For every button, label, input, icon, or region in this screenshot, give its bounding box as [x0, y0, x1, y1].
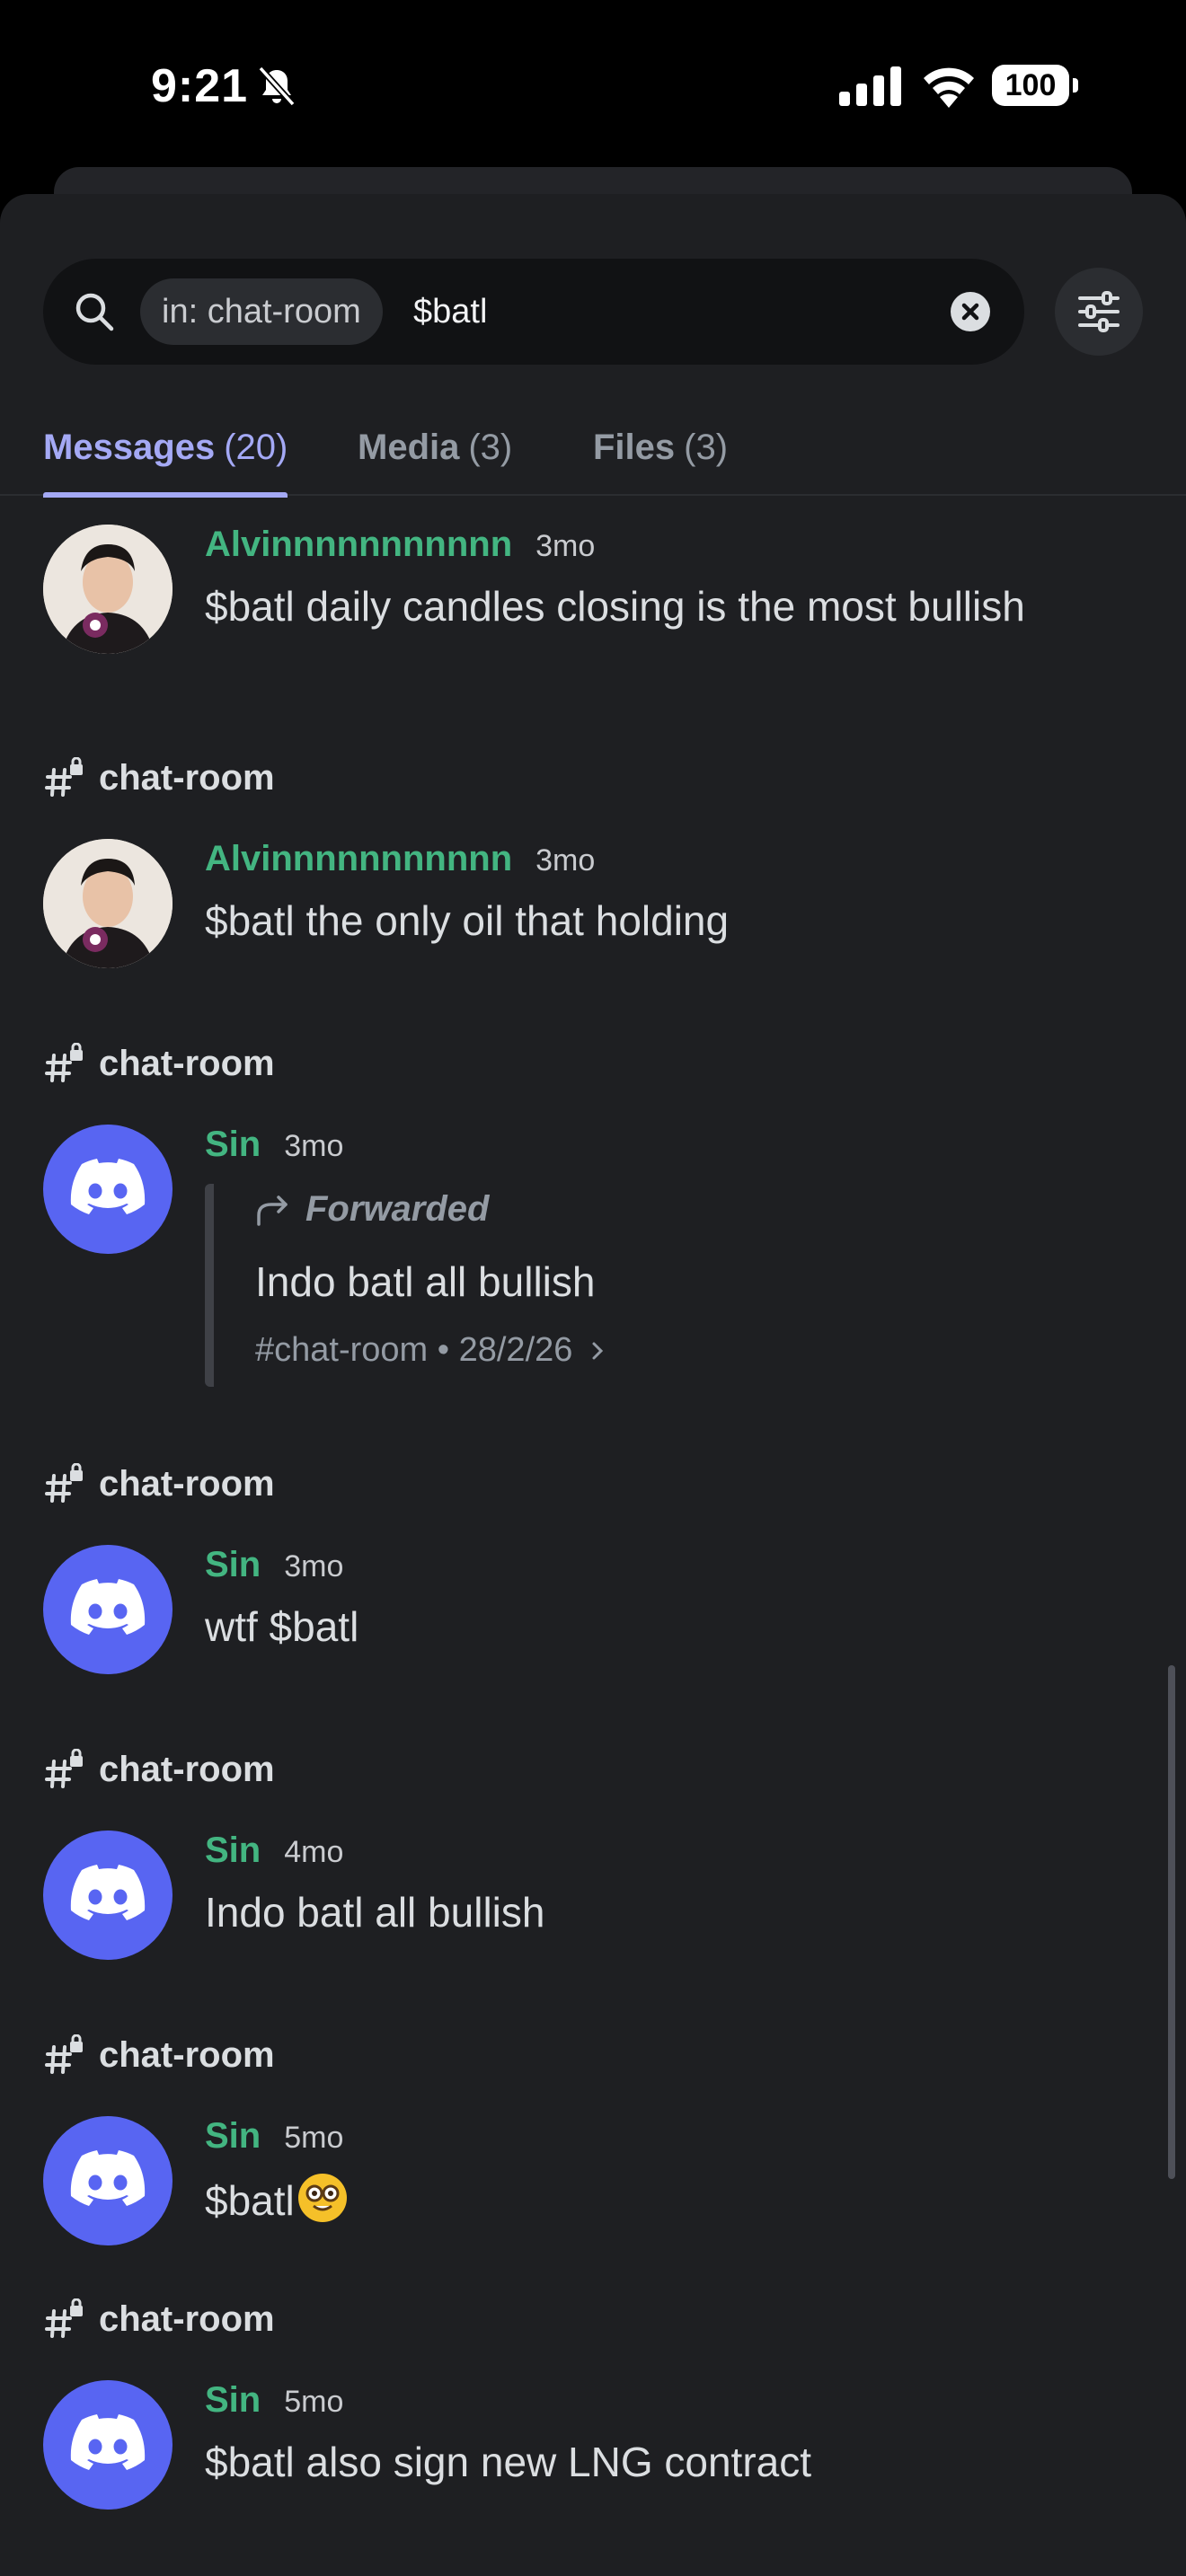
- tab-label: Files: [593, 428, 676, 467]
- discord-logo-icon: [70, 1865, 146, 1920]
- user-photo-icon: [43, 839, 173, 968]
- nerd-face-emoji-icon: [297, 2174, 347, 2222]
- channel-name: chat-room: [99, 1463, 275, 1504]
- tab-label: Media: [358, 428, 460, 467]
- channel-filter-chip[interactable]: in: chat-room: [140, 278, 383, 345]
- message-text: wtf $batl: [205, 1603, 359, 1650]
- channel-header[interactable]: chat-room: [45, 2028, 275, 2082]
- forwarded-source-link[interactable]: #chat-room • 28/2/26: [255, 1331, 606, 1370]
- author-name[interactable]: Alvinnnnnnnnnnn: [205, 525, 512, 565]
- channel-name: chat-room: [99, 2034, 275, 2075]
- status-bar: 9:21 100: [0, 0, 1186, 171]
- message-text: $batl daily candles closing is the most …: [205, 583, 1025, 630]
- locked-channel-hash-icon: [45, 1463, 83, 1503]
- tab-count: (3): [468, 428, 513, 467]
- message-timestamp: 3mo: [535, 529, 596, 563]
- author-name[interactable]: Sin: [205, 1125, 261, 1165]
- tab-count: (3): [684, 428, 729, 467]
- message-timestamp: 5mo: [284, 2121, 344, 2155]
- author-name[interactable]: Sin: [205, 1545, 261, 1585]
- user-photo-icon: [43, 525, 173, 654]
- author-name[interactable]: Sin: [205, 1831, 261, 1871]
- channel-name: chat-room: [99, 757, 275, 798]
- message-timestamp: 3mo: [284, 1549, 344, 1584]
- tab-messages[interactable]: Messages (20): [43, 402, 288, 498]
- forward-arrow-icon: [257, 1195, 288, 1226]
- clear-search-button[interactable]: [951, 292, 990, 331]
- channel-name: chat-room: [99, 2298, 275, 2339]
- author-name[interactable]: Alvinnnnnnnnnnn: [205, 839, 512, 879]
- forwarded-message[interactable]: Forwarded Indo batl all bullish #chat-ro…: [205, 1184, 744, 1387]
- search-input[interactable]: in: chat-room $batl: [43, 259, 1024, 365]
- channel-name: chat-room: [99, 1749, 275, 1789]
- avatar[interactable]: [43, 525, 173, 654]
- channel-header[interactable]: chat-room: [45, 1037, 275, 1090]
- channel-header[interactable]: chat-room: [45, 1457, 275, 1511]
- forwarded-text: Indo batl all bullish: [255, 1258, 596, 1305]
- locked-channel-hash-icon: [45, 2034, 83, 2074]
- sliders-icon: [1078, 291, 1120, 332]
- bell-muted-icon: [258, 66, 296, 107]
- battery-indicator: 100: [992, 65, 1078, 106]
- message-timestamp: 4mo: [284, 1835, 344, 1869]
- message-text: $batl the only oil that holding: [205, 897, 730, 944]
- avatar[interactable]: [43, 2116, 173, 2245]
- result-tabs: Messages (20) Media (3) Files (3): [0, 402, 1186, 498]
- locked-channel-hash-icon: [45, 757, 83, 797]
- forwarded-label: Forwarded: [255, 1189, 489, 1230]
- status-time: 9:21: [151, 60, 249, 112]
- locked-channel-hash-icon: [45, 1043, 83, 1082]
- search-query[interactable]: $batl: [413, 259, 487, 365]
- message-text: $batl: [205, 2174, 347, 2225]
- tab-count: (20): [224, 428, 288, 467]
- avatar[interactable]: [43, 1545, 173, 1674]
- channel-header[interactable]: chat-room: [45, 2292, 275, 2346]
- channel-header[interactable]: chat-room: [45, 1742, 275, 1796]
- discord-logo-icon: [70, 2414, 146, 2470]
- discord-logo-icon: [70, 1579, 146, 1635]
- author-name[interactable]: Sin: [205, 2116, 261, 2157]
- discord-logo-icon: [70, 1159, 146, 1214]
- close-icon: [961, 303, 979, 321]
- author-name[interactable]: Sin: [205, 2380, 261, 2421]
- avatar[interactable]: [43, 2380, 173, 2510]
- avatar[interactable]: [43, 839, 173, 968]
- avatar[interactable]: [43, 1125, 173, 1254]
- discord-logo-icon: [70, 2150, 146, 2206]
- locked-channel-hash-icon: [45, 1749, 83, 1788]
- cellular-signal-icon: [839, 66, 901, 106]
- avatar[interactable]: [43, 1831, 173, 1960]
- message-timestamp: 3mo: [284, 1129, 344, 1163]
- message-results-list: Alvinnnnnnnnnnn 3mo $batl daily candles …: [0, 496, 1186, 2576]
- tab-label: Messages: [43, 428, 216, 467]
- message-timestamp: 5mo: [284, 2385, 344, 2419]
- channel-name: chat-room: [99, 1043, 275, 1083]
- channel-header[interactable]: chat-room: [45, 751, 275, 805]
- chevron-right-icon: [592, 1342, 604, 1359]
- scrollbar[interactable]: [1168, 1665, 1175, 2179]
- message-text: $batl also sign new LNG contract: [205, 2439, 812, 2485]
- locked-channel-hash-icon: [45, 2298, 83, 2338]
- search-icon: [75, 293, 114, 331]
- wifi-icon: [924, 67, 974, 108]
- battery-level: 100: [992, 65, 1069, 106]
- message-timestamp: 3mo: [535, 843, 596, 878]
- tab-media[interactable]: Media (3): [358, 402, 512, 496]
- tab-files[interactable]: Files (3): [593, 402, 728, 496]
- search-sheet: in: chat-room $batl Messages (20) Media (3…: [0, 194, 1186, 2576]
- filter-options-button[interactable]: [1055, 268, 1143, 356]
- message-text: Indo batl all bullish: [205, 1889, 545, 1936]
